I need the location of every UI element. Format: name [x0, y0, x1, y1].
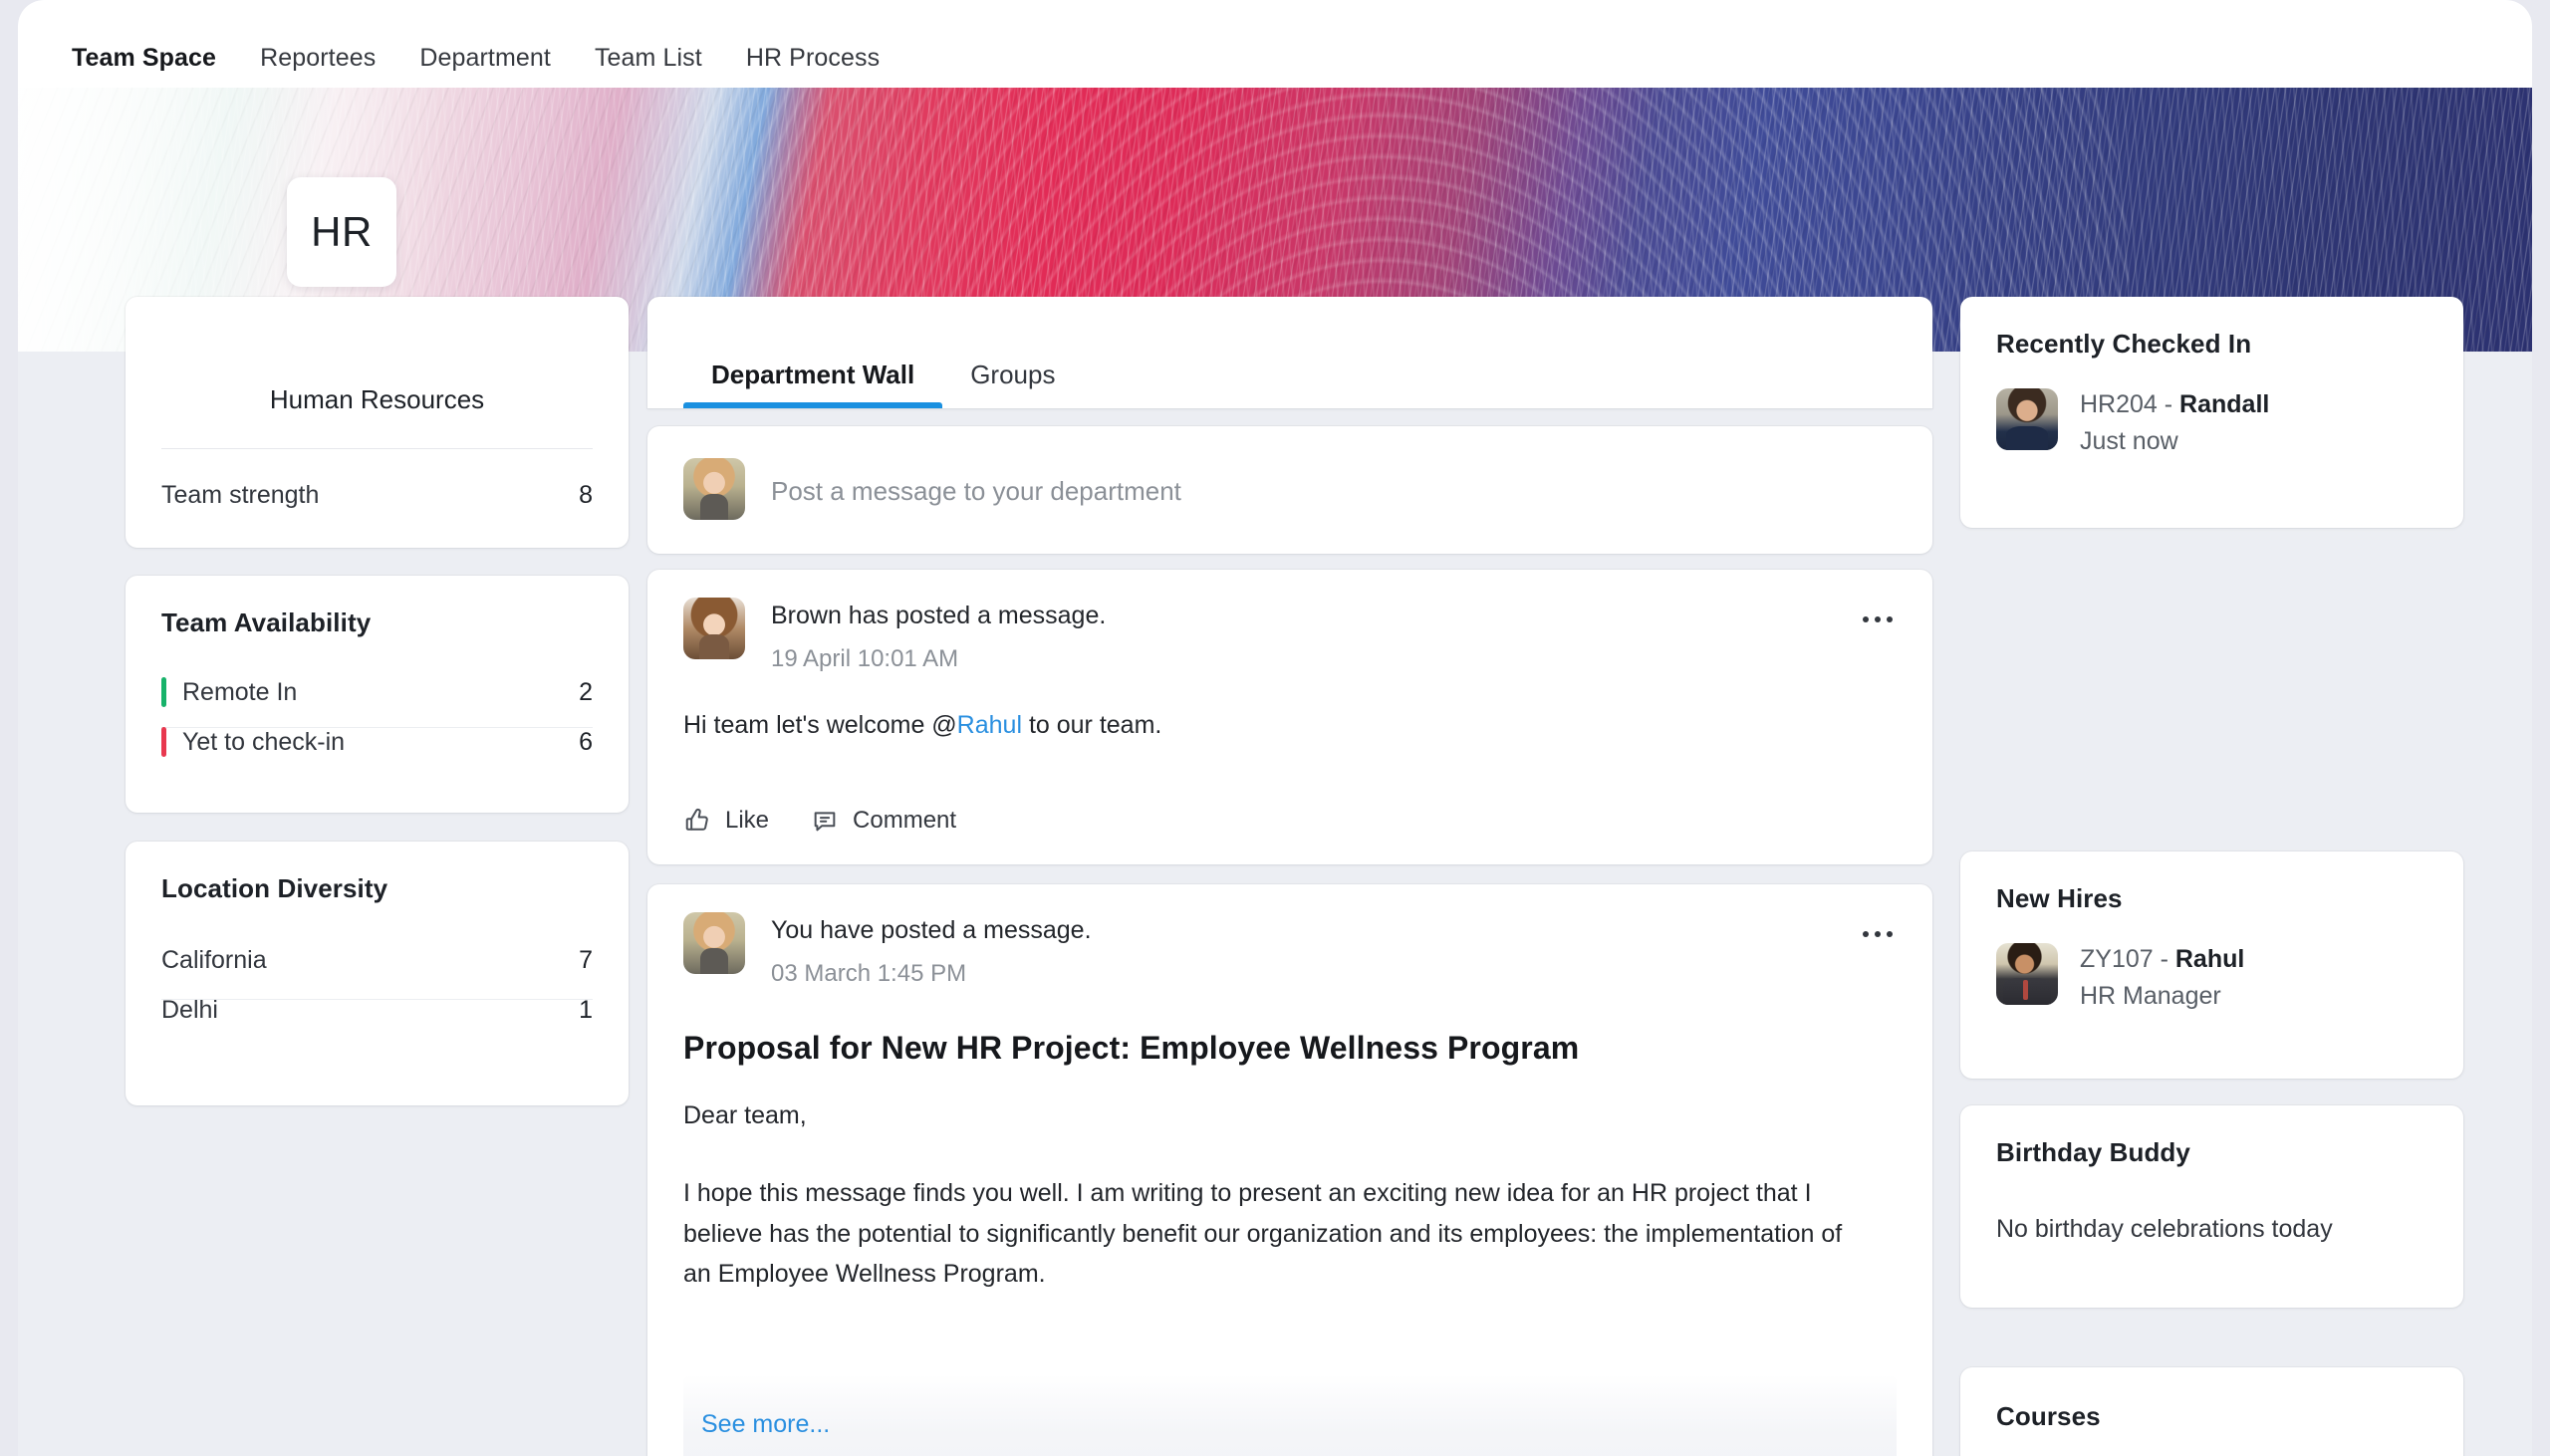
location-value-delhi: 1	[579, 995, 593, 1024]
courses-title: Courses	[1996, 1401, 2101, 1431]
post-body-before: Hi team let's welcome @	[683, 711, 957, 739]
feed-post: Brown has posted a message. 19 April 10:…	[647, 570, 1932, 864]
post-body-after: to our team.	[1022, 711, 1162, 739]
new-hires-card: New Hires ZY107 - Rahul HR Manager	[1960, 851, 2463, 1079]
post-author-avatar	[683, 912, 745, 974]
composer-avatar	[683, 458, 745, 520]
post-actions: Like Comment	[683, 807, 956, 835]
person-id: HR204 -	[2080, 390, 2180, 418]
post-author-line: You have posted a message.	[771, 916, 1092, 944]
see-more-link[interactable]: See more...	[701, 1410, 830, 1439]
post-mention-link[interactable]: Rahul	[957, 711, 1022, 739]
availability-row-remote-in[interactable]: Remote In 2	[161, 671, 593, 713]
person-name: Randall	[2179, 390, 2270, 418]
courses-card: Courses	[1960, 1367, 2463, 1456]
post-author-line: Brown has posted a message.	[771, 602, 1107, 629]
department-summary-card: Human Resources Team strength 8	[126, 297, 629, 548]
team-strength-row: Team strength 8	[161, 481, 593, 510]
tab-department-wall[interactable]: Department Wall	[683, 360, 943, 408]
location-label-delhi: Delhi	[161, 995, 218, 1024]
location-row-delhi[interactable]: Delhi 1	[161, 989, 593, 1031]
person-role: HR Manager	[2080, 982, 2221, 1010]
location-row-california[interactable]: California 7	[161, 939, 593, 981]
birthday-buddy-title: Birthday Buddy	[1996, 1137, 2190, 1167]
availability-label-yet-to-check-in: Yet to check-in	[182, 727, 346, 756]
comment-button[interactable]: Comment	[811, 807, 956, 835]
birthday-buddy-empty-text: No birthday celebrations today	[1996, 1215, 2333, 1243]
availability-label-remote-in: Remote In	[182, 677, 298, 706]
department-name: Human Resources	[269, 384, 485, 414]
status-bar-green	[161, 677, 166, 707]
comment-bubble-icon	[814, 812, 836, 832]
status-bar-red	[161, 727, 166, 757]
top-navigation-bar: Team Space Reportees Department Team Lis…	[18, 0, 2532, 95]
location-diversity-card: Location Diversity California 7 Delhi 1	[126, 842, 629, 1105]
location-diversity-title: Location Diversity	[161, 873, 388, 903]
new-hire-person[interactable]: ZY107 - Rahul HR Manager	[1996, 943, 2244, 1011]
team-strength-value: 8	[579, 481, 593, 509]
like-button[interactable]: Like	[683, 807, 769, 835]
post-author-avatar	[683, 598, 745, 659]
birthday-buddy-card: Birthday Buddy No birthday celebrations …	[1960, 1105, 2463, 1308]
divider	[161, 448, 593, 449]
post-composer-card[interactable]: Post a message to your department	[647, 426, 1932, 554]
post-paragraph: I hope this message finds you well. I am…	[683, 1179, 1843, 1288]
feed-post: You have posted a message. 03 March 1:45…	[647, 884, 1932, 1456]
team-availability-card: Team Availability Remote In 2 Yet to che…	[126, 576, 629, 813]
person-name: Rahul	[2174, 945, 2245, 973]
feed-tabs-card: Department Wall Groups	[647, 297, 1932, 408]
location-label-california: California	[161, 945, 267, 974]
post-message-input[interactable]: Post a message to your department	[771, 476, 1181, 507]
new-hires-title: New Hires	[1996, 883, 2123, 913]
post-title: Proposal for New HR Project: Employee We…	[683, 1030, 1580, 1066]
comment-label: Comment	[853, 807, 957, 834]
recently-checked-in-card: Recently Checked In HR204 - Randall Just…	[1960, 297, 2463, 528]
person-identity: HR204 - Randall	[2080, 390, 2269, 419]
department-avatar-initials: HR	[311, 208, 373, 255]
person-avatar	[1996, 388, 2058, 450]
person-id: ZY107 -	[2080, 945, 2175, 973]
availability-value-remote-in: 2	[579, 677, 593, 706]
availability-value-yet-to-check-in: 6	[579, 727, 593, 756]
thumbs-up-icon	[685, 808, 708, 831]
team-strength-label: Team strength	[161, 481, 320, 509]
recently-checked-in-title: Recently Checked In	[1996, 329, 2252, 359]
person-identity: ZY107 - Rahul	[2080, 945, 2244, 974]
post-timestamp: 19 April 10:01 AM	[771, 645, 959, 672]
app-page: Team Space Reportees Department Team Lis…	[18, 0, 2532, 1456]
location-value-california: 7	[579, 945, 593, 974]
post-body: Hi team let's welcome @Rahul to our team…	[683, 707, 1873, 745]
tab-groups[interactable]: Groups	[942, 360, 1083, 408]
post-timestamp: 03 March 1:45 PM	[771, 960, 967, 987]
post-more-options-icon[interactable]	[1853, 598, 1903, 641]
person-status: Just now	[2080, 427, 2178, 455]
post-more-options-icon[interactable]	[1853, 912, 1903, 956]
availability-row-yet-to-check-in[interactable]: Yet to check-in 6	[161, 721, 593, 763]
post-fade-overlay: See more...	[683, 1374, 1897, 1456]
team-availability-title: Team Availability	[161, 607, 372, 637]
post-greeting: Dear team,	[683, 1101, 807, 1129]
department-avatar-tile[interactable]: HR	[287, 177, 396, 287]
person-avatar	[1996, 943, 2058, 1005]
checked-in-person[interactable]: HR204 - Randall Just now	[1996, 388, 2269, 456]
like-label: Like	[725, 807, 770, 834]
